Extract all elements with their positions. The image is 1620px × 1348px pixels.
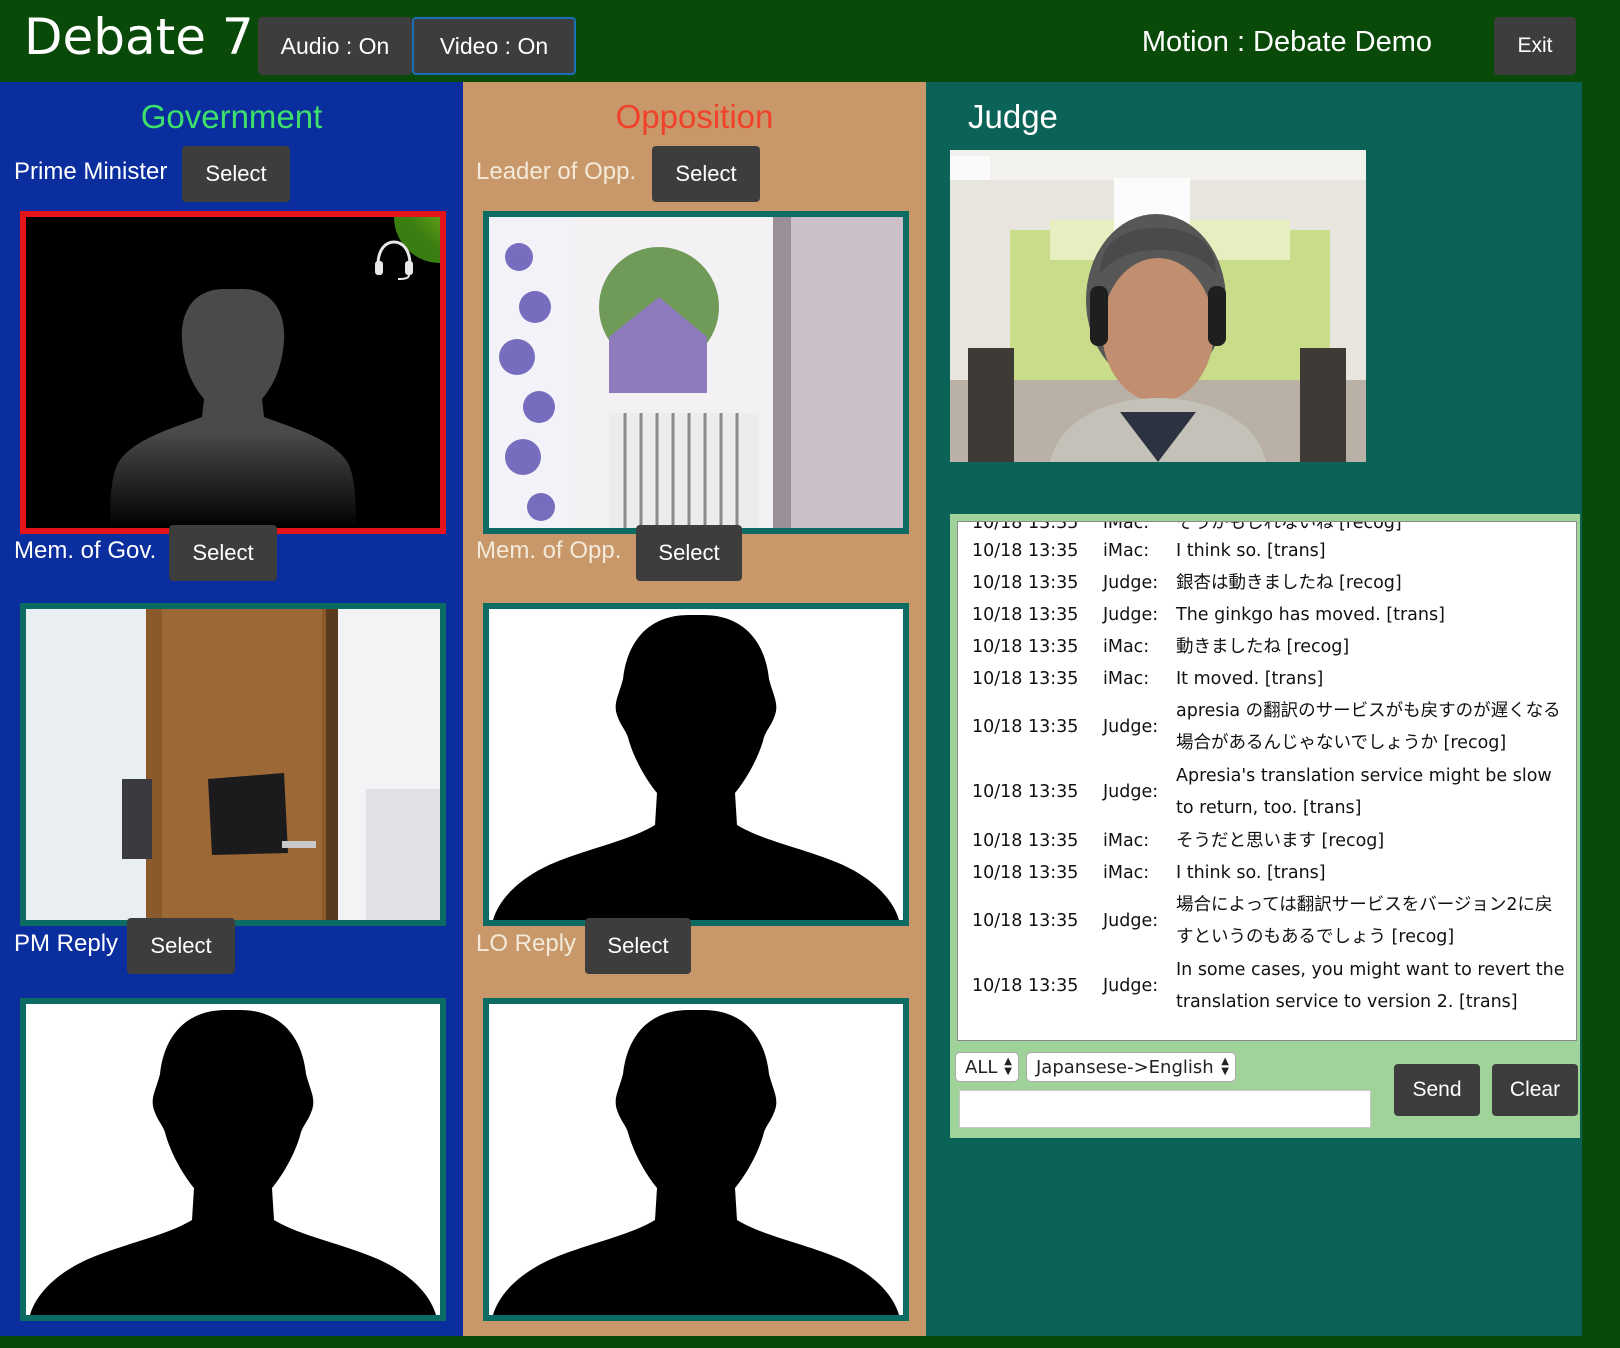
role-label-lo-reply: LO Reply: [476, 930, 577, 957]
judge-webcam-image: [950, 150, 1366, 462]
target-select[interactable]: ALL ▲ ▼: [955, 1052, 1019, 1082]
video-pm-reply[interactable]: [20, 998, 446, 1321]
government-panel: Government Prime Minister Select Mem. of…: [0, 82, 463, 1336]
chat-message: 10/18 13:35 Judge: 場合によっては翻訳サービスをバージョン2に…: [972, 895, 1553, 947]
video-member-of-government[interactable]: [20, 603, 446, 926]
person-silhouette-icon: [489, 609, 903, 920]
chat-input[interactable]: [959, 1090, 1371, 1128]
opposition-panel: Opposition Leader of Opp. Select Mem. of…: [463, 82, 926, 1336]
chat-message: 10/18 13:35 iMac: I think so. [trans]: [972, 541, 1326, 561]
select-button-lo-reply[interactable]: Select: [585, 918, 691, 974]
select-button-prime-minister[interactable]: Select: [182, 146, 290, 202]
video-judge[interactable]: [950, 150, 1366, 462]
person-silhouette-icon: [489, 1004, 903, 1315]
chat-message: 10/18 13:35 Judge: apresia の翻訳のサービスがも戻すの…: [972, 701, 1561, 753]
judge-panel: Judge 10/18 13:35 iMac: そうかもしれないね [recog…: [926, 82, 1582, 1336]
exit-button[interactable]: Exit: [1494, 17, 1576, 75]
chat-message: 10/18 13:35 Judge: In some cases, you mi…: [972, 960, 1565, 1012]
select-button-member-of-government[interactable]: Select: [169, 525, 277, 581]
role-label-pm-reply: PM Reply: [14, 930, 119, 957]
role-label-leader-of-opposition: Leader of Opp.: [476, 158, 637, 185]
video-prime-minister[interactable]: [20, 211, 446, 534]
judge-title: Judge: [968, 98, 1058, 135]
chat-message: 10/18 13:35 iMac: It moved. [trans]: [972, 669, 1324, 689]
updown-arrows-icon: ▲ ▼: [1221, 1056, 1229, 1077]
chat-message: 10/18 13:35 Judge: Apresia's translation…: [972, 766, 1552, 818]
person-silhouette-icon: [26, 1004, 440, 1315]
chat-message: 10/18 13:35 iMac: そうだと思います [recog]: [972, 831, 1385, 851]
select-button-pm-reply[interactable]: Select: [127, 918, 235, 974]
app-title: Debate 7: [24, 8, 254, 66]
select-button-leader-of-opposition[interactable]: Select: [652, 146, 760, 202]
chat-message: 10/18 13:35 iMac: 動きましたね [recog]: [972, 637, 1350, 657]
chat-message: 10/18 13:35 Judge: The ginkgo has moved.…: [972, 605, 1445, 625]
motion-title: Motion : Debate Demo: [1141, 26, 1432, 58]
video-member-of-opposition[interactable]: [483, 603, 909, 926]
role-label-member-of-opposition: Mem. of Opp.: [476, 537, 622, 564]
translation-direction-select[interactable]: Japansese->English ▲ ▼: [1026, 1052, 1236, 1082]
video-lo-reply[interactable]: [483, 998, 909, 1321]
updown-arrows-icon: ▲ ▼: [1004, 1056, 1012, 1077]
opposition-title: Opposition: [615, 98, 774, 135]
chat-message: 10/18 13:35 Judge: 銀杏は動きましたね [recog]: [972, 573, 1402, 593]
top-bar: Debate 7 Audio : On Video : On Motion : …: [0, 0, 1620, 82]
role-label-prime-minister: Prime Minister: [14, 158, 168, 185]
fabric-curtain-image: [489, 217, 903, 528]
role-label-member-of-government: Mem. of Gov.: [14, 537, 157, 564]
headset-icon: [375, 240, 413, 280]
chat-message: 10/18 13:35 iMac: I think so. [trans]: [972, 863, 1326, 883]
video-leader-of-opposition[interactable]: [483, 211, 909, 534]
chat-panel: 10/18 13:35 iMac: そうかもしれないね [recog] 10/1…: [950, 514, 1580, 1138]
chat-log[interactable]: 10/18 13:35 iMac: そうかもしれないね [recog] 10/1…: [957, 521, 1577, 1041]
government-title: Government: [140, 98, 323, 135]
clear-button[interactable]: Clear: [1492, 1064, 1578, 1116]
audio-toggle-button[interactable]: Audio : On: [258, 17, 412, 75]
send-button[interactable]: Send: [1394, 1064, 1480, 1116]
room-door-image: [26, 609, 440, 920]
video-toggle-button[interactable]: Video : On: [412, 17, 576, 75]
select-button-member-of-opposition[interactable]: Select: [636, 525, 742, 581]
